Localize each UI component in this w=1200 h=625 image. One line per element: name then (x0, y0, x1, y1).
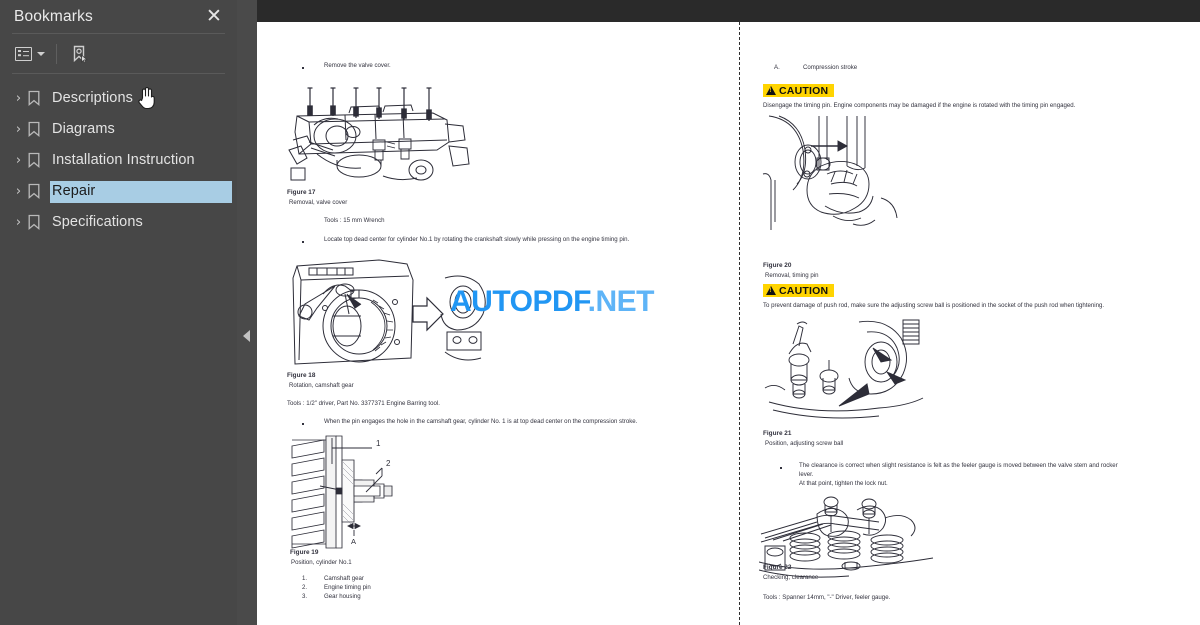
svg-text:2: 2 (386, 459, 391, 468)
caution-text-1: Disengage the timing pin. Engine compone… (763, 102, 1076, 109)
figure-22-title: Figure 22 (763, 564, 792, 571)
figure-22-caption: Checking, clearance (763, 574, 819, 581)
sidebar-item-label: Diagrams (52, 121, 115, 137)
figure-22-tools: Tools : Spanner 14mm, "-" Driver, feeler… (763, 594, 891, 601)
bookmarks-toolbar (0, 34, 237, 73)
bookmark-icon (27, 183, 45, 201)
bookmark-list: › Descriptions › Diagrams › Installation… (0, 74, 237, 238)
sidebar-item-installation-instruction[interactable]: › Installation Instruction (0, 145, 237, 176)
sidebar-item-label: Installation Instruction (52, 152, 195, 168)
expand-chevron-icon[interactable]: › (10, 215, 27, 230)
instruction-clearance-line1: The clearance is correct when slight res… (799, 462, 1118, 469)
legend-text-1: Camshaft gear (324, 575, 364, 582)
sidebar-item-label: Specifications (52, 214, 143, 230)
legend-text-3: Gear housing (324, 593, 361, 600)
figure-20-title: Figure 20 (763, 262, 792, 269)
instruction-remove-valve-cover: Remove the valve cover. (324, 62, 391, 69)
new-bookmark-button[interactable] (67, 41, 93, 67)
legend-num-1: 1. (302, 575, 308, 582)
figure-20-caption: Removal, timing pin (765, 272, 819, 279)
document-viewport[interactable]: Remove the valve cover. Figure 17 Remova… (257, 22, 1200, 625)
figure-20-illustration (761, 114, 951, 254)
figure-21-caption: Position, adjusting screw ball (765, 440, 844, 447)
document-page-right: A. Compression stroke CAUTION Disengage … (741, 22, 1200, 625)
legend-text-2: Engine timing pin (324, 584, 371, 591)
instruction-clearance-line3: At that point, tighten the lock nut. (799, 480, 888, 487)
bookmark-icon (27, 90, 45, 108)
figure-17-illustration (287, 80, 477, 190)
bullet-marker (780, 466, 783, 469)
sidebar-item-diagrams[interactable]: › Diagrams (0, 114, 237, 145)
new-bookmark-icon (73, 45, 89, 63)
caution-text-2: To prevent damage of push rod, make sure… (763, 302, 1105, 309)
toolbar-separator (56, 43, 57, 64)
caution-label: CAUTION (779, 84, 829, 97)
figure-19-title: Figure 19 (290, 549, 319, 556)
bullet-marker (302, 422, 305, 425)
figure-17-caption: Removal, valve cover (289, 199, 348, 206)
chevron-down-icon (37, 51, 45, 56)
sidebar-item-label: Repair (52, 183, 96, 199)
sidebar-splitter[interactable] (237, 0, 257, 625)
instruction-locate-tdc: Locate top dead center for cylinder No.1… (324, 236, 630, 243)
warning-triangle-icon (766, 86, 776, 95)
sidebar-item-specifications[interactable]: › Specifications (0, 207, 237, 238)
bookmark-icon (27, 214, 45, 232)
expand-chevron-icon[interactable]: › (10, 153, 27, 168)
sidebar-item-repair[interactable]: › Repair (0, 176, 237, 207)
figure-17-tools: Tools : 15 mm Wrench (324, 217, 385, 224)
bookmarks-panel-header: Bookmarks ✕ (0, 0, 237, 33)
figure-19-caption: Position, cylinder No.1 (291, 559, 352, 566)
figure-18-illustration (287, 250, 497, 372)
bookmarks-panel: Bookmarks ✕ › Descriptions › Diagrams › … (0, 0, 237, 625)
legend-num-3: 3. (302, 593, 308, 600)
bookmark-options-button[interactable] (12, 41, 48, 67)
expand-chevron-icon[interactable]: › (10, 184, 27, 199)
sidebar-item-descriptions[interactable]: › Descriptions (0, 83, 237, 114)
figure-18-tools: Tools : 1/2" driver, Part No. 3377371 En… (287, 400, 440, 407)
sidebar-item-label: Descriptions (52, 90, 133, 106)
watermark-secondary-text: .NET (587, 285, 655, 318)
expand-chevron-icon[interactable]: › (10, 122, 27, 137)
expand-chevron-icon[interactable]: › (10, 91, 27, 106)
bookmark-icon (27, 121, 45, 139)
bullet-marker (302, 66, 305, 69)
item-a-text: Compression stroke (803, 64, 858, 71)
close-icon[interactable]: ✕ (203, 5, 225, 27)
bookmark-icon (27, 152, 45, 170)
figure-18-title: Figure 18 (287, 372, 316, 379)
figure-21-illustration (763, 314, 933, 426)
legend-num-2: 2. (302, 584, 308, 591)
document-page-left: Remove the valve cover. Figure 17 Remova… (257, 22, 739, 625)
caution-banner-2: CAUTION (763, 284, 835, 297)
figure-18-caption: Rotation, camshaft gear (289, 382, 354, 389)
pdf-viewer-window: Bookmarks ✕ › Descriptions › Diagrams › … (0, 0, 1200, 625)
item-a-number: A. (774, 64, 780, 71)
page-divider (739, 22, 740, 625)
warning-triangle-icon (766, 286, 776, 295)
viewer-toolbar (257, 0, 1200, 22)
figure-21-title: Figure 21 (763, 430, 792, 437)
instruction-pin-engages: When the pin engages the hole in the cam… (324, 418, 638, 425)
collapse-left-arrow-icon[interactable] (243, 330, 250, 342)
bullet-marker (302, 240, 305, 243)
svg-text:1: 1 (376, 439, 381, 448)
figure-19-illustration: 1 2 A (290, 434, 410, 550)
caution-label: CAUTION (779, 284, 829, 297)
list-options-icon (15, 46, 32, 61)
instruction-clearance-line2: lever. (799, 471, 814, 478)
figure-17-title: Figure 17 (287, 189, 316, 196)
panel-title: Bookmarks (14, 7, 93, 25)
svg-text:A: A (351, 537, 356, 546)
caution-banner-1: CAUTION (763, 84, 835, 97)
